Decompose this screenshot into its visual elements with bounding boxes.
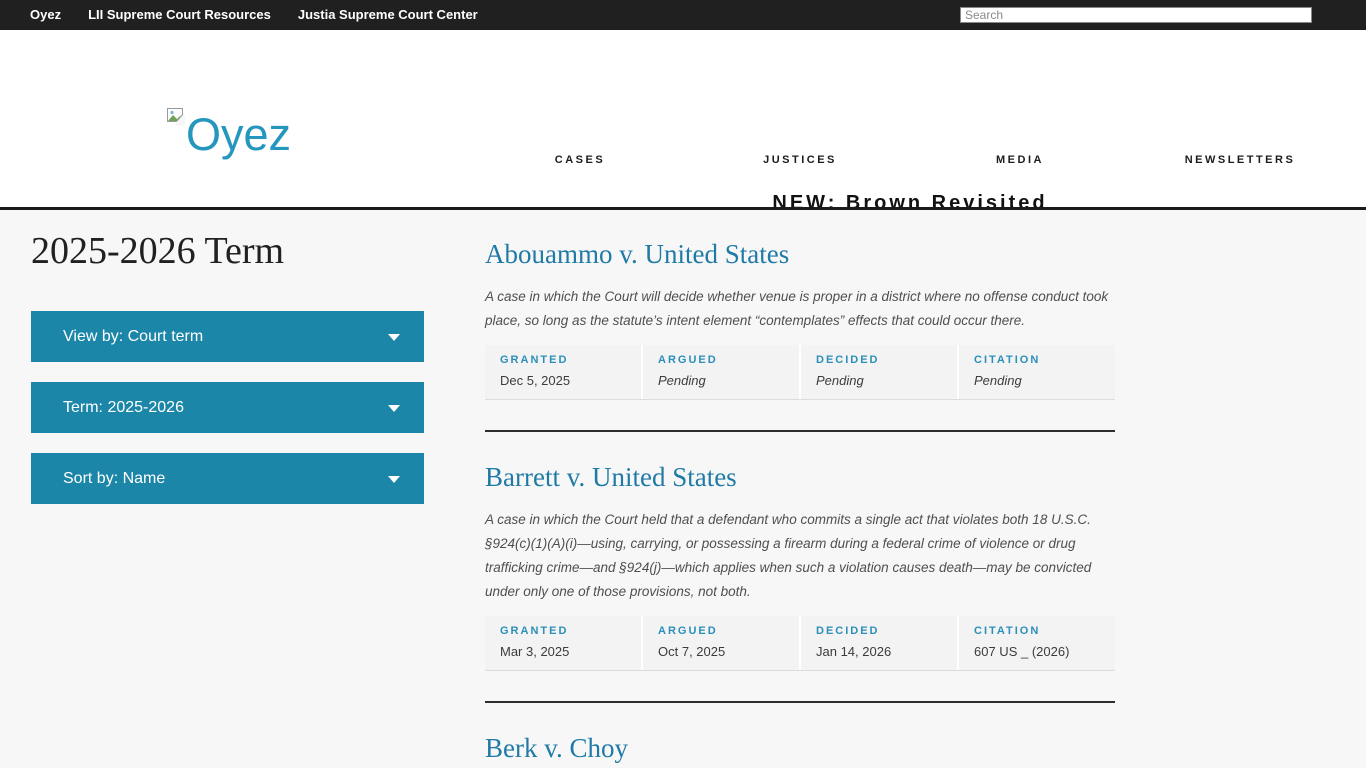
topbar-link-lii-resources[interactable]: LII Supreme Court Resources [88,0,271,30]
top-utility-bar: Oyez LII Supreme Court Resources Justia … [0,0,1366,30]
stat-value-argued: Oct 7, 2025 [658,644,793,659]
search-input[interactable] [960,7,1312,23]
topbar-link-oyez[interactable]: Oyez [30,0,61,30]
chevron-down-icon [388,334,400,341]
sort-by-dropdown[interactable]: Sort by: Name [31,453,424,504]
stat-granted: GRANTED Mar 3, 2025 [485,616,641,670]
stat-value-granted: Mar 3, 2025 [500,644,635,659]
stat-value-decided: Pending [816,373,951,388]
stat-value-citation: Pending [974,373,1109,388]
case-link-barrett-v-united-states[interactable]: Barrett v. United States [485,460,737,494]
case-description: A case in which the Court held that a de… [485,508,1115,604]
stat-label-argued: ARGUED [658,625,793,637]
case-item: Barrett v. United States A case in which… [485,432,1115,703]
case-list: Abouammo v. United States A case in whic… [485,209,1115,765]
term-dropdown[interactable]: Term: 2025-2026 [31,382,424,433]
stat-label-decided: DECIDED [816,354,951,366]
logo-text: Oyez [186,112,291,158]
stat-decided: DECIDED Pending [799,345,957,399]
case-link-berk-v-choy[interactable]: Berk v. Choy [485,731,628,765]
stat-argued: ARGUED Pending [641,345,799,399]
term-label: Term: 2025-2026 [63,399,184,416]
case-description: A case in which the Court will decide wh… [485,285,1115,333]
chevron-down-icon [388,476,400,483]
stat-value-citation: 607 US _ (2026) [974,644,1109,659]
view-by-dropdown[interactable]: View by: Court term [31,311,424,362]
stat-label-citation: CITATION [974,354,1109,366]
nav-cases[interactable]: CASES [555,154,605,166]
stat-decided: DECIDED Jan 14, 2026 [799,616,957,670]
site-header: Oyez CASES JUSTICES MEDIA NEWSLETTERS NE… [0,30,1366,207]
stat-granted: GRANTED Dec 5, 2025 [485,345,641,399]
stat-label-granted: GRANTED [500,625,635,637]
stat-value-decided: Jan 14, 2026 [816,644,951,659]
stat-label-citation: CITATION [974,625,1109,637]
broken-image-icon [167,108,185,126]
stat-label-granted: GRANTED [500,354,635,366]
case-stats-table: GRANTED Dec 5, 2025 ARGUED Pending DECID… [485,345,1115,400]
stat-value-granted: Dec 5, 2025 [500,373,635,388]
stat-citation: CITATION 607 US _ (2026) [957,616,1115,670]
stat-label-decided: DECIDED [816,625,951,637]
case-item: Berk v. Choy [485,703,1115,765]
case-item: Abouammo v. United States A case in whic… [485,209,1115,432]
case-stats-table: GRANTED Mar 3, 2025 ARGUED Oct 7, 2025 D… [485,616,1115,671]
term-title: 2025-2026 Term [31,229,424,273]
stat-citation: CITATION Pending [957,345,1115,399]
nav-justices[interactable]: JUSTICES [763,154,837,166]
stat-argued: ARGUED Oct 7, 2025 [641,616,799,670]
sort-by-label: Sort by: Name [63,470,165,487]
nav-media[interactable]: MEDIA [996,154,1044,166]
chevron-down-icon [388,405,400,412]
stat-label-argued: ARGUED [658,354,793,366]
view-by-label: View by: Court term [63,328,203,345]
logo-link[interactable]: Oyez [167,106,291,158]
case-link-abouammo-v-united-states[interactable]: Abouammo v. United States [485,237,789,271]
topbar-link-justia-center[interactable]: Justia Supreme Court Center [298,0,478,30]
sidebar: 2025-2026 Term View by: Court term Term:… [31,210,424,504]
nav-newsletters[interactable]: NEWSLETTERS [1185,154,1296,166]
stat-value-argued: Pending [658,373,793,388]
